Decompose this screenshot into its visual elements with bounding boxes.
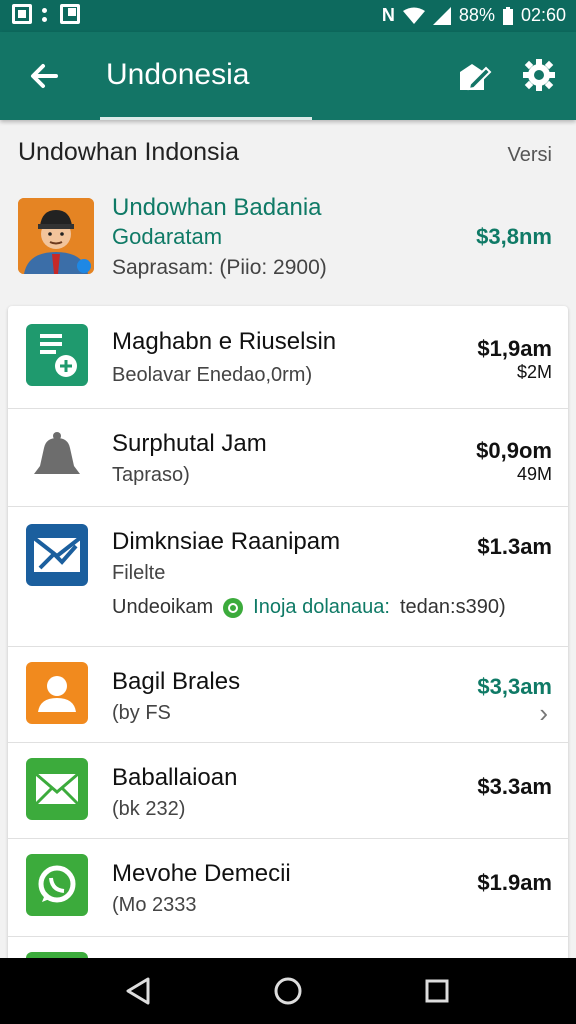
mail-chart-icon <box>26 524 88 586</box>
page-title: Undonesia <box>106 58 250 91</box>
list-item[interactable]: Mevohe Demecii (Mo 2333 $1.9am <box>8 838 568 937</box>
back-triangle-icon[interactable] <box>122 974 156 1008</box>
item-price-secondary: $2M <box>516 362 552 382</box>
list-item[interactable]: Maghabn e Riuselsin Beolavar Enedao,0rm)… <box>8 306 568 409</box>
featured-subtitle: Saprasam: (Piio: 2900) <box>112 256 327 279</box>
bell-icon <box>26 426 88 488</box>
item-name: Dimknsiae Raanipam <box>112 528 341 555</box>
app-list: Maghabn e Riuselsin Beolavar Enedao,0rm)… <box>8 306 568 966</box>
clock: 02:60 <box>520 5 566 25</box>
featured-title-line2: Godaratam <box>112 224 223 249</box>
item-subtitle: Beolavar Enedao,0rm) <box>112 364 313 386</box>
dots-icon <box>42 4 50 24</box>
item-extra-prefix: Undeoikam <box>112 596 214 618</box>
item-subtitle: Filelte <box>112 562 166 584</box>
whatsapp-icon <box>26 854 88 916</box>
featured-price: $3,8nm <box>476 224 552 249</box>
item-name: Surphutal Jam <box>112 430 267 457</box>
wifi-icon <box>402 7 425 24</box>
item-extra-suffix: tedan:s390) <box>399 596 506 618</box>
app-bar: Undonesia <box>0 32 576 120</box>
battery-level: 88% <box>458 5 495 25</box>
document-plus-icon <box>26 324 88 386</box>
check-badge-icon <box>223 597 244 618</box>
item-price: $1.9am <box>477 870 552 895</box>
battery-icon <box>502 6 513 25</box>
item-subtitle: (by FS <box>112 702 171 724</box>
list-item[interactable]: Dimknsiae Raanipam Filelte $1.3am Undeoi… <box>8 506 568 647</box>
gear-icon[interactable] <box>520 58 558 96</box>
nfc-icon: N <box>381 5 395 25</box>
item-price: $1,9am <box>477 336 552 361</box>
list-item[interactable]: Surphutal Jam Tapraso) $0,9om 49M <box>8 408 568 507</box>
item-subtitle: (bk 232) <box>112 798 186 820</box>
item-subtitle: Tapraso) <box>112 464 190 486</box>
item-name: Bagil Brales <box>112 668 241 695</box>
item-price: $0,9om <box>476 438 552 463</box>
avatar <box>18 198 94 274</box>
featured-title: Undowhan Badania <box>112 194 322 221</box>
item-price-secondary: 49M <box>516 464 552 484</box>
system-nav-bar <box>0 958 576 1024</box>
mail-icon <box>26 758 88 820</box>
status-bar: N 88% 02:60 <box>0 0 576 32</box>
item-extra: Undeoikam Inoja dolanaua: tedan:s390) <box>112 596 506 619</box>
version-label[interactable]: Versi <box>508 144 552 167</box>
list-item[interactable]: Baballaioan (bk 232) $3.3am <box>8 742 568 839</box>
edit-icon[interactable] <box>458 60 492 94</box>
item-name: Mevohe Demecii <box>112 860 291 887</box>
item-price: $3.3am <box>477 774 552 799</box>
item-subtitle: (Mo 2333 <box>112 894 197 916</box>
featured-item[interactable]: Undowhan Badania Godaratam Saprasam: (Pi… <box>0 186 576 294</box>
person-icon <box>26 662 88 724</box>
item-price: $3,3am <box>477 674 552 699</box>
gallery-icon <box>60 4 80 24</box>
list-item[interactable]: Bagil Brales (by FS $3,3am › <box>8 646 568 743</box>
chevron-right-icon[interactable]: › <box>539 698 548 729</box>
item-extra-link[interactable]: Inoja dolanaua: <box>253 596 390 619</box>
item-price: $1.3am <box>477 534 552 559</box>
section-heading: Undowhan Indonsia <box>18 138 239 166</box>
home-circle-icon[interactable] <box>271 974 305 1008</box>
back-arrow-icon[interactable] <box>26 58 62 94</box>
screenshot-icon <box>12 4 32 24</box>
signal-icon <box>432 6 451 25</box>
item-name: Maghabn e Riuselsin <box>112 328 337 355</box>
item-name: Baballaioan <box>112 764 238 791</box>
recents-square-icon[interactable] <box>420 974 454 1008</box>
title-underline <box>100 117 312 120</box>
